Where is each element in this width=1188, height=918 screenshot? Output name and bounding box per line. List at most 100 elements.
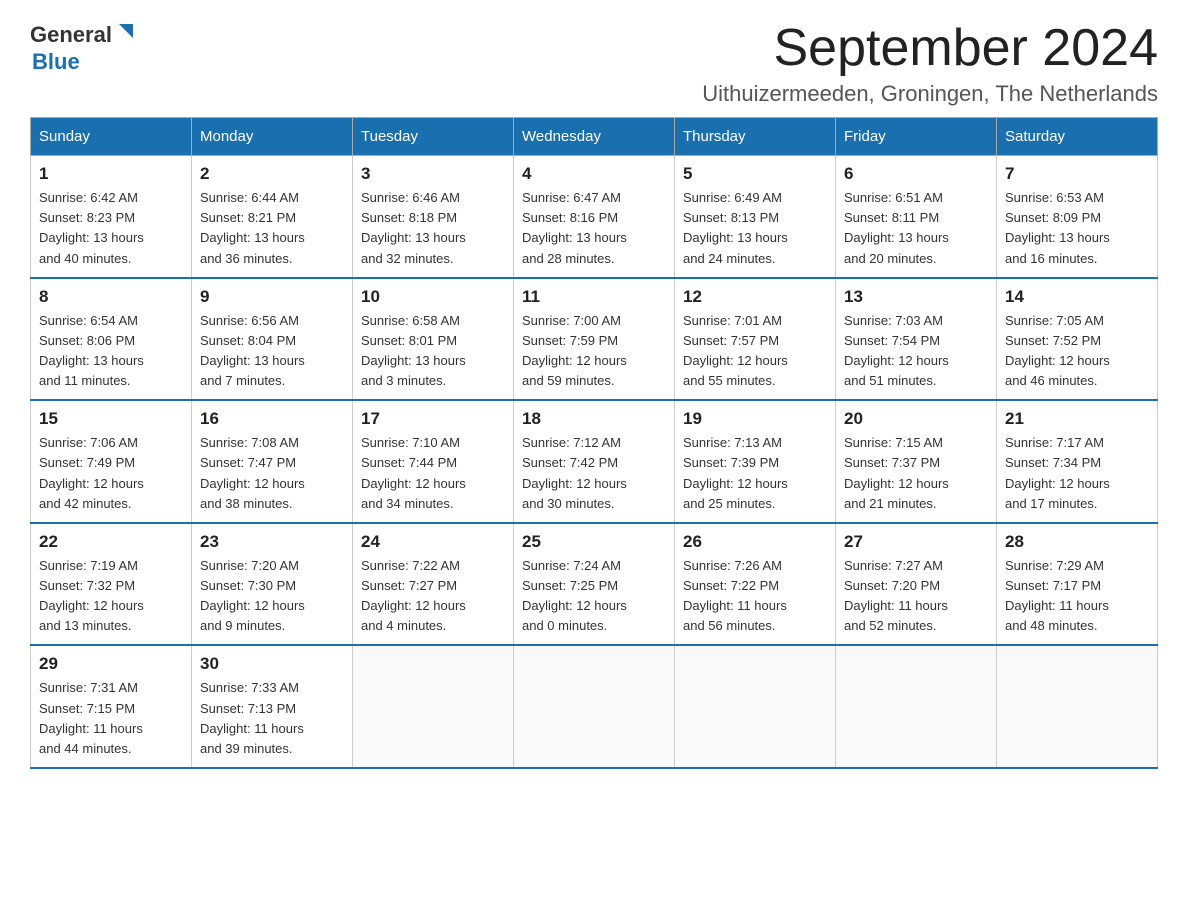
day-number: 9 <box>200 287 344 307</box>
day-detail: Sunrise: 6:47 AMSunset: 8:16 PMDaylight:… <box>522 188 666 269</box>
calendar-week-row: 22 Sunrise: 7:19 AMSunset: 7:32 PMDayligh… <box>31 523 1158 646</box>
calendar-cell: 11 Sunrise: 7:00 AMSunset: 7:59 PMDayligh… <box>514 278 675 401</box>
day-detail: Sunrise: 7:15 AMSunset: 7:37 PMDaylight:… <box>844 433 988 514</box>
calendar-cell: 25 Sunrise: 7:24 AMSunset: 7:25 PMDayligh… <box>514 523 675 646</box>
day-detail: Sunrise: 6:53 AMSunset: 8:09 PMDaylight:… <box>1005 188 1149 269</box>
day-detail: Sunrise: 7:01 AMSunset: 7:57 PMDaylight:… <box>683 311 827 392</box>
day-detail: Sunrise: 7:12 AMSunset: 7:42 PMDaylight:… <box>522 433 666 514</box>
day-detail: Sunrise: 7:26 AMSunset: 7:22 PMDaylight:… <box>683 556 827 637</box>
day-detail: Sunrise: 7:29 AMSunset: 7:17 PMDaylight:… <box>1005 556 1149 637</box>
calendar-cell: 23Sunrise: 7:20 AMSunset: 7:30 PMDayligh… <box>192 523 353 646</box>
day-number: 29 <box>39 654 183 674</box>
calendar-cell: 10Sunrise: 6:58 AMSunset: 8:01 PMDayligh… <box>353 278 514 401</box>
calendar-cell: 3 Sunrise: 6:46 AMSunset: 8:18 PMDaylight… <box>353 156 514 278</box>
calendar-cell: 7Sunrise: 6:53 AMSunset: 8:09 PMDaylight… <box>997 156 1158 278</box>
calendar-week-row: 29Sunrise: 7:31 AMSunset: 7:15 PMDayligh… <box>31 645 1158 768</box>
calendar-cell <box>836 645 997 768</box>
calendar-week-row: 1Sunrise: 6:42 AMSunset: 8:23 PMDaylight… <box>31 156 1158 278</box>
title-block: September 2024 Uithuizermeeden, Groninge… <box>702 20 1158 107</box>
day-number: 21 <box>1005 409 1149 429</box>
day-number: 22 <box>39 532 183 552</box>
calendar-cell: 20 Sunrise: 7:15 AMSunset: 7:37 PMDayligh… <box>836 400 997 523</box>
day-number: 27 <box>844 532 988 552</box>
day-number: 17 <box>361 409 505 429</box>
day-number: 11 <box>522 287 666 307</box>
day-detail: Sunrise: 7:19 AMSunset: 7:32 PMDaylight:… <box>39 556 183 637</box>
day-number: 8 <box>39 287 183 307</box>
header-tuesday: Tuesday <box>353 118 514 156</box>
day-detail: Sunrise: 7:27 AMSunset: 7:20 PMDaylight:… <box>844 556 988 637</box>
calendar-cell: 14 Sunrise: 7:05 AMSunset: 7:52 PMDayligh… <box>997 278 1158 401</box>
calendar-cell: 28 Sunrise: 7:29 AMSunset: 7:17 PMDayligh… <box>997 523 1158 646</box>
day-detail: Sunrise: 7:22 AMSunset: 7:27 PMDaylight:… <box>361 556 505 637</box>
page-header: General Blue September 2024 Uithuizermee… <box>30 20 1158 107</box>
calendar-week-row: 8 Sunrise: 6:54 AMSunset: 8:06 PMDaylight… <box>31 278 1158 401</box>
calendar-cell <box>353 645 514 768</box>
day-number: 1 <box>39 164 183 184</box>
day-detail: Sunrise: 6:46 AMSunset: 8:18 PMDaylight:… <box>361 188 505 269</box>
day-detail: Sunrise: 7:33 AMSunset: 7:13 PMDaylight:… <box>200 678 344 759</box>
day-detail: Sunrise: 6:56 AMSunset: 8:04 PMDaylight:… <box>200 311 344 392</box>
day-detail: Sunrise: 7:20 AMSunset: 7:30 PMDaylight:… <box>200 556 344 637</box>
calendar-cell <box>675 645 836 768</box>
header-thursday: Thursday <box>675 118 836 156</box>
calendar-cell: 4 Sunrise: 6:47 AMSunset: 8:16 PMDaylight… <box>514 156 675 278</box>
day-detail: Sunrise: 7:13 AMSunset: 7:39 PMDaylight:… <box>683 433 827 514</box>
logo-general-text: General <box>30 22 112 48</box>
day-detail: Sunrise: 6:49 AMSunset: 8:13 PMDaylight:… <box>683 188 827 269</box>
calendar-cell: 17 Sunrise: 7:10 AMSunset: 7:44 PMDayligh… <box>353 400 514 523</box>
day-number: 12 <box>683 287 827 307</box>
day-detail: Sunrise: 7:05 AMSunset: 7:52 PMDaylight:… <box>1005 311 1149 392</box>
day-number: 3 <box>361 164 505 184</box>
day-detail: Sunrise: 7:03 AMSunset: 7:54 PMDaylight:… <box>844 311 988 392</box>
calendar-cell <box>514 645 675 768</box>
header-monday: Monday <box>192 118 353 156</box>
day-number: 16 <box>200 409 344 429</box>
calendar-cell: 21 Sunrise: 7:17 AMSunset: 7:34 PMDayligh… <box>997 400 1158 523</box>
logo-triangle-icon <box>115 20 137 47</box>
day-detail: Sunrise: 7:24 AMSunset: 7:25 PMDaylight:… <box>522 556 666 637</box>
calendar-cell: 6Sunrise: 6:51 AMSunset: 8:11 PMDaylight… <box>836 156 997 278</box>
calendar-header-row: SundayMondayTuesdayWednesdayThursdayFrid… <box>31 118 1158 156</box>
day-detail: Sunrise: 7:06 AMSunset: 7:49 PMDaylight:… <box>39 433 183 514</box>
day-number: 13 <box>844 287 988 307</box>
day-number: 14 <box>1005 287 1149 307</box>
day-number: 10 <box>361 287 505 307</box>
calendar-cell: 12 Sunrise: 7:01 AMSunset: 7:57 PMDayligh… <box>675 278 836 401</box>
calendar-cell: 2 Sunrise: 6:44 AMSunset: 8:21 PMDaylight… <box>192 156 353 278</box>
day-number: 18 <box>522 409 666 429</box>
calendar-cell: 15 Sunrise: 7:06 AMSunset: 7:49 PMDayligh… <box>31 400 192 523</box>
day-number: 4 <box>522 164 666 184</box>
header-sunday: Sunday <box>31 118 192 156</box>
calendar-cell: 22 Sunrise: 7:19 AMSunset: 7:32 PMDayligh… <box>31 523 192 646</box>
day-number: 26 <box>683 532 827 552</box>
header-friday: Friday <box>836 118 997 156</box>
calendar-cell: 29Sunrise: 7:31 AMSunset: 7:15 PMDayligh… <box>31 645 192 768</box>
day-detail: Sunrise: 6:44 AMSunset: 8:21 PMDaylight:… <box>200 188 344 269</box>
day-number: 20 <box>844 409 988 429</box>
day-detail: Sunrise: 7:17 AMSunset: 7:34 PMDaylight:… <box>1005 433 1149 514</box>
calendar-cell: 30 Sunrise: 7:33 AMSunset: 7:13 PMDayligh… <box>192 645 353 768</box>
day-number: 15 <box>39 409 183 429</box>
calendar-cell <box>997 645 1158 768</box>
day-detail: Sunrise: 7:00 AMSunset: 7:59 PMDaylight:… <box>522 311 666 392</box>
calendar-cell: 16 Sunrise: 7:08 AMSunset: 7:47 PMDayligh… <box>192 400 353 523</box>
day-detail: Sunrise: 6:54 AMSunset: 8:06 PMDaylight:… <box>39 311 183 392</box>
calendar-cell: 26 Sunrise: 7:26 AMSunset: 7:22 PMDayligh… <box>675 523 836 646</box>
calendar-cell: 13 Sunrise: 7:03 AMSunset: 7:54 PMDayligh… <box>836 278 997 401</box>
calendar-table: SundayMondayTuesdayWednesdayThursdayFrid… <box>30 117 1158 769</box>
calendar-cell: 19 Sunrise: 7:13 AMSunset: 7:39 PMDayligh… <box>675 400 836 523</box>
day-number: 30 <box>200 654 344 674</box>
header-wednesday: Wednesday <box>514 118 675 156</box>
calendar-cell: 1Sunrise: 6:42 AMSunset: 8:23 PMDaylight… <box>31 156 192 278</box>
day-detail: Sunrise: 7:10 AMSunset: 7:44 PMDaylight:… <box>361 433 505 514</box>
day-number: 19 <box>683 409 827 429</box>
day-detail: Sunrise: 7:08 AMSunset: 7:47 PMDaylight:… <box>200 433 344 514</box>
logo-blue-text: Blue <box>32 49 80 75</box>
calendar-cell: 27 Sunrise: 7:27 AMSunset: 7:20 PMDayligh… <box>836 523 997 646</box>
day-number: 6 <box>844 164 988 184</box>
day-number: 28 <box>1005 532 1149 552</box>
day-number: 2 <box>200 164 344 184</box>
day-number: 25 <box>522 532 666 552</box>
calendar-cell: 8 Sunrise: 6:54 AMSunset: 8:06 PMDaylight… <box>31 278 192 401</box>
